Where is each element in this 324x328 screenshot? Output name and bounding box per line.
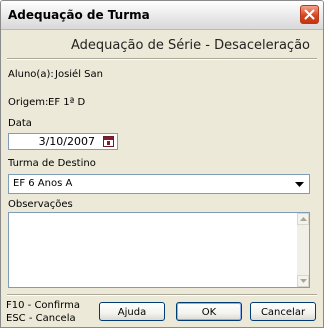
turma-destino-select[interactable]: EF 6 Anos A [8,174,310,194]
dialog-window: Adequação de Turma Adequação de Série - … [0,0,324,328]
header-divider [7,58,317,60]
calendar-icon[interactable] [103,136,114,147]
chevron-down-icon[interactable] [295,182,304,188]
calendar-icon-top [104,137,113,140]
page-subtitle: Adequação de Série - Desaceleração [71,38,310,53]
date-value[interactable]: 3/10/2007 [39,135,95,148]
aluno-label: Aluno(a): [8,69,54,80]
calendar-icon-mark [107,141,110,145]
aluno-value: Josiél San [55,69,103,80]
observacoes-label: Observações [8,199,73,210]
date-field[interactable]: 3/10/2007 [8,133,118,150]
cancel-button[interactable]: Cancelar [250,302,316,321]
shortcut-confirm-text: F10 - Confirma [6,300,80,311]
turma-destino-label: Turma de Destino [8,158,96,169]
close-button[interactable] [300,5,319,24]
shortcut-cancel-text: ESC - Cancela [6,313,76,324]
scroll-up-button[interactable] [297,213,309,225]
help-button[interactable]: Ajuda [99,302,165,321]
footer-divider [7,294,317,296]
scroll-down-button[interactable] [297,275,309,287]
origem-value: EF 1ª D [48,97,86,108]
origem-label: Origem: [8,97,49,108]
observacoes-scrollbar[interactable] [297,213,309,287]
ok-button[interactable]: OK [176,302,242,321]
observacoes-textarea[interactable] [8,212,310,288]
window-title: Adequação de Turma [8,8,150,22]
close-icon [304,9,315,20]
scroll-down-icon [300,279,307,283]
turma-destino-value: EF 6 Anos A [13,178,73,189]
data-label: Data [8,118,32,129]
title-bar[interactable]: Adequação de Turma [1,1,323,30]
scroll-up-icon [300,217,307,221]
